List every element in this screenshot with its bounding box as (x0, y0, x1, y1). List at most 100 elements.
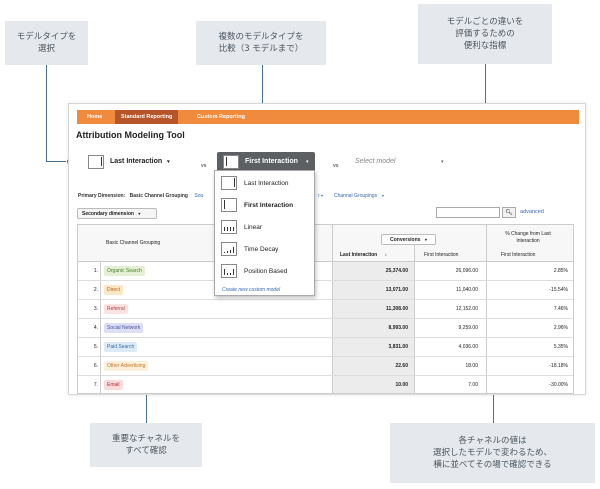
secondary-dimension-button[interactable]: Secondary dimension ▾ (77, 208, 157, 219)
model-dropdown-menu: Last Interaction First Interaction Linea… (214, 170, 315, 296)
row-number: 2. (93, 287, 98, 293)
channel-chip[interactable]: Referral (104, 304, 128, 314)
create-custom-model-link[interactable]: Create new custom model (222, 287, 280, 293)
table-header: Basic Channel Grouping Conversions ▾ % C… (78, 225, 573, 262)
analytics-window: Home Standard Reporting Custom Reporting… (68, 103, 586, 395)
page-title: Attribution Modeling Tool (76, 130, 185, 140)
callout-line: 比較（3 モデルまで） (218, 44, 304, 54)
time-decay-model-icon (221, 242, 237, 256)
channel-chip[interactable]: Email (104, 380, 123, 390)
first-interaction-value: 4,036.00 (458, 344, 478, 350)
callout-channels: 重要なチャネルを すべて確認 (90, 423, 202, 467)
header-last-interaction-label: Last Interaction (340, 252, 378, 258)
leader-line (46, 161, 66, 162)
vs-label: vs (333, 163, 339, 169)
tab-home[interactable]: Home (81, 110, 108, 124)
callout-compare-models: 複数のモデルタイプを 比較（3 モデルまで） (196, 21, 326, 65)
callout-line: モデルごとの違いを (446, 17, 524, 27)
chevron-down-icon: ▾ (138, 211, 141, 216)
search-button[interactable]: 🔍︎ (502, 207, 516, 218)
callout-line: 重要なチャネルを (112, 434, 180, 444)
tab-custom-reporting[interactable]: Custom Reporting (191, 110, 251, 124)
dropdown-option-label: Position Based (244, 268, 288, 275)
last-interaction-value: 11,308.00 (386, 306, 408, 312)
last-interaction-value: 3,831.00 (388, 344, 408, 350)
channel-chip[interactable]: Direct (104, 285, 124, 295)
dimension-link-partial[interactable]: r (318, 193, 320, 199)
linear-model-icon (221, 220, 237, 234)
dropdown-option-time-decay[interactable]: Time Decay (215, 239, 314, 260)
callout-line: 選択 (37, 44, 55, 54)
chevron-down-icon: ▾ (321, 193, 324, 198)
dropdown-option-first-interaction[interactable]: First Interaction (215, 195, 314, 216)
dropdown-option-last-interaction[interactable]: Last Interaction (215, 173, 314, 194)
model-selector-row: Last Interaction ▾ vs First Interaction … (69, 148, 585, 176)
change-value: 2.85% (553, 268, 568, 274)
channel-chip[interactable]: Social Network (104, 323, 144, 333)
row-number: 6. (93, 363, 98, 369)
header-first-interaction[interactable]: First Interaction (424, 252, 458, 258)
search-icon: 🔍︎ (505, 210, 513, 216)
change-value: 5.35% (553, 344, 568, 350)
channel-chip[interactable]: Paid Search (104, 342, 138, 352)
header-change-line: % Change from Last (505, 231, 551, 237)
header-change: % Change from Last Interaction (488, 231, 568, 245)
first-interaction-value: 7.00 (468, 382, 478, 388)
change-value: 7.46% (553, 306, 568, 312)
callout-metrics: モデルごとの違いを 評価するための 便利な指標 (418, 4, 552, 64)
channel-chip[interactable]: Other Advertising (104, 361, 149, 371)
table-row: 7. Email 10.00 7.00 -30.00% (78, 376, 573, 395)
callout-line: モデルタイプを (16, 32, 77, 42)
table-search-input[interactable] (436, 207, 500, 218)
chevron-down-icon[interactable]: ▾ (441, 159, 444, 165)
table-row: 5. Paid Search 3,831.00 4,036.00 5.35% (78, 338, 573, 357)
channel-chip[interactable]: Organic Search (104, 266, 145, 276)
header-last-interaction[interactable]: Last Interaction ↓ (340, 252, 387, 258)
dropdown-option-label: First Interaction (244, 202, 294, 209)
dropdown-option-linear[interactable]: Linear (215, 217, 314, 238)
callout-values: 各チャネルの値は 選択したモデルで変わるため、 横に並べてその場で確認できる (390, 423, 595, 483)
dropdown-option-label: Linear (244, 224, 263, 231)
last-interaction-value: 13,071.00 (385, 287, 408, 293)
primary-dimension-value: Basic Channel Grouping (129, 193, 188, 199)
source-link[interactable]: Sou (194, 193, 203, 199)
header-first-interaction-change[interactable]: First Interaction (501, 252, 535, 258)
secondary-dimension-label: Secondary dimension (82, 211, 134, 217)
model-select-1[interactable]: Last Interaction ▾ (110, 158, 170, 165)
first-interaction-value: 26,096.00 (455, 268, 478, 274)
chevron-down-icon: ▾ (167, 159, 170, 165)
last-interaction-value: 10.00 (395, 382, 408, 388)
header-channel-grouping[interactable]: Basic Channel Grouping (106, 240, 160, 246)
last-interaction-value: 22.60 (395, 363, 408, 369)
table-row: 6. Other Advertising 22.60 18.00 -18.18% (78, 357, 573, 376)
chevron-down-icon: ▾ (306, 159, 309, 165)
first-interaction-value: 18.00 (465, 363, 478, 369)
chevron-down-icon: ▾ (424, 237, 427, 242)
header-change-line: Interaction (516, 238, 540, 244)
conversions-label: Conversions (390, 237, 421, 243)
channel-groupings-link[interactable]: Channel Groupings (334, 193, 377, 199)
last-interaction-value: 8,993.00 (388, 325, 408, 331)
last-interaction-model-icon (88, 155, 104, 169)
advanced-link[interactable]: advanced (520, 209, 544, 215)
model-select-1-label: Last Interaction (110, 158, 163, 165)
last-interaction-model-icon (221, 176, 237, 190)
model-select-3[interactable]: Select model (355, 158, 395, 165)
dropdown-option-label: Last Interaction (244, 180, 289, 187)
callout-select-model: モデルタイプを 選択 (5, 21, 88, 65)
tab-standard-reporting[interactable]: Standard Reporting (115, 110, 179, 124)
row-number: 5. (93, 344, 98, 350)
first-interaction-value: 11,040.00 (456, 287, 478, 293)
first-interaction-model-icon (221, 198, 237, 212)
model-select-2-label: First Interaction (245, 158, 298, 165)
change-value: -30.00% (549, 382, 568, 388)
conversions-dropdown[interactable]: Conversions ▾ (381, 234, 436, 245)
first-interaction-value: 9,259.00 (458, 325, 478, 331)
callout-line: すべて確認 (125, 446, 167, 456)
data-table: Basic Channel Grouping Conversions ▾ % C… (77, 224, 574, 395)
table-row: 3. Referral 11,308.00 12,152.00 7.46% (78, 300, 573, 319)
last-interaction-value: 25,374.00 (385, 268, 408, 274)
model-select-2[interactable]: First Interaction ▾ (217, 152, 315, 172)
change-value: 2.96% (553, 325, 568, 331)
dropdown-option-position-based[interactable]: Position Based (215, 261, 314, 282)
